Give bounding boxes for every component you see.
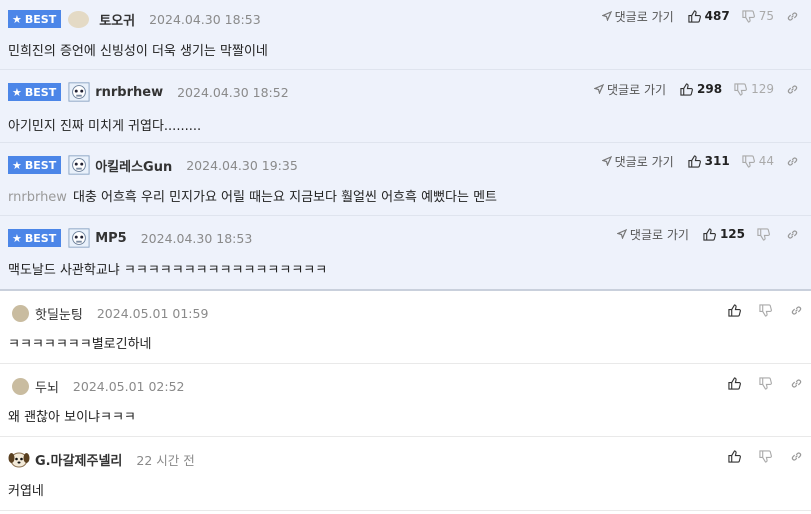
downvote-button[interactable] <box>757 227 774 241</box>
upvote-button[interactable]: 311 <box>688 154 730 168</box>
star-icon: ★ <box>12 85 22 99</box>
nickname[interactable]: G.마갈제주넬리 <box>35 450 122 469</box>
link-icon[interactable] <box>790 377 803 390</box>
timestamp: 22 시간 전 <box>136 452 195 468</box>
timestamp: 2024.04.30 18:52 <box>177 84 289 100</box>
upvote-button[interactable]: 298 <box>680 82 722 96</box>
go-to-reply-link[interactable]: 댓글로 가기 <box>601 8 674 25</box>
upvote-button[interactable]: 487 <box>688 9 730 23</box>
best-badge: ★ BEST <box>8 156 62 174</box>
thumbs-up-icon <box>728 449 741 463</box>
reply-arrow-icon <box>601 11 612 21</box>
upvote-button[interactable] <box>728 303 745 317</box>
comment-text: 커엽네 <box>8 484 44 499</box>
timestamp: 2024.04.30 18:53 <box>140 230 253 246</box>
thumbs-down-icon <box>759 376 772 390</box>
downvote-button[interactable] <box>759 303 776 317</box>
comment-list: ★ BEST 토오귀 2024.04.30 18:53 민희진의 증언에 신빙성이… <box>0 0 811 514</box>
downvote-button[interactable]: 44 <box>742 154 774 168</box>
thumbs-down-icon <box>759 449 772 463</box>
link-icon[interactable] <box>790 450 803 463</box>
timestamp: 2024.04.30 18:53 <box>149 11 261 27</box>
thumbs-up-icon <box>728 376 741 390</box>
nickname[interactable]: 토오귀 <box>99 10 135 29</box>
best-comment: ★ BEST 토오귀 2024.04.30 18:53 민희진의 증언에 신빙성이… <box>0 0 811 70</box>
avatar[interactable] <box>68 154 90 176</box>
avatar[interactable] <box>12 304 29 322</box>
nickname[interactable]: 핫딜눈팅 <box>35 304 83 323</box>
star-icon: ★ <box>12 158 22 172</box>
thumbs-up-icon <box>703 227 716 241</box>
comment-text: rnrbrhew 대충 어흐흑 우리 민지가요 어릴 때는요 지금보다 훨얼씬 어… <box>8 190 497 205</box>
downvote-button[interactable] <box>759 449 776 463</box>
avatar[interactable] <box>12 377 29 395</box>
nickname[interactable]: MP5 <box>95 231 127 246</box>
comment: 두뇌 2024.05.01 02:52 왜 괜찮아 보이냐ㅋㅋㅋ <box>0 364 811 437</box>
best-comment: ★ BEST 아킬레스Gun 2024.04.30 19:35 rnrbrhew 대… <box>0 143 811 216</box>
comment: 핫딜눈팅 2024.05.01 01:59 ㅋㅋㅋㅋㅋㅋㅋ별로긴하네 <box>0 291 811 364</box>
downvote-button[interactable] <box>759 376 776 390</box>
avatar[interactable] <box>68 81 90 103</box>
best-badge: ★ BEST <box>8 10 62 28</box>
upvote-button[interactable] <box>728 376 745 390</box>
reply-arrow-icon <box>616 229 627 239</box>
go-to-reply-link[interactable]: 댓글로 가기 <box>616 226 689 243</box>
comment-text: 맥도날드 사관학교냐 ㅋㅋㅋㅋㅋㅋㅋㅋㅋㅋㅋㅋㅋㅋㅋㅋㅋ <box>8 263 328 278</box>
thumbs-up-icon <box>688 9 701 23</box>
avatar[interactable] <box>8 448 30 470</box>
nickname[interactable]: 두뇌 <box>35 377 59 396</box>
thumbs-up-icon <box>688 154 701 168</box>
nickname[interactable]: rnrbrhew <box>95 85 163 100</box>
timestamp: 2024.05.01 02:52 <box>72 378 185 394</box>
avatar[interactable] <box>68 10 90 28</box>
link-icon[interactable] <box>786 10 799 23</box>
link-icon[interactable] <box>786 83 799 96</box>
downvote-button[interactable]: 75 <box>742 9 774 23</box>
timestamp: 2024.04.30 19:35 <box>186 157 298 173</box>
upvote-button[interactable] <box>728 449 745 463</box>
nickname[interactable]: 아킬레스Gun <box>95 156 172 175</box>
timestamp: 2024.05.01 01:59 <box>96 305 209 321</box>
link-icon[interactable] <box>786 228 799 241</box>
thumbs-down-icon <box>759 303 772 317</box>
star-icon: ★ <box>12 231 22 245</box>
reply-arrow-icon <box>601 156 612 166</box>
thumbs-up-icon <box>680 82 693 96</box>
best-comment: ★ BEST MP5 2024.04.30 18:53 맥도날드 사관학교냐 ㅋㅋ… <box>0 216 811 291</box>
go-to-reply-link[interactable]: 댓글로 가기 <box>594 81 666 98</box>
upvote-button[interactable]: 125 <box>703 227 745 241</box>
best-badge: ★ BEST <box>8 229 62 247</box>
thumbs-down-icon <box>742 9 755 23</box>
comment: G.마갈제주넬리 22 시간 전 커엽네 <box>0 437 811 511</box>
link-icon[interactable] <box>790 304 803 317</box>
comment-text: 아기민지 진짜 미치게 귀엽다......... <box>8 119 202 134</box>
best-comment: ★ BEST rnrbrhew 2024.04.30 18:52 아기민지 진짜 … <box>0 70 811 143</box>
comment-text: ㅋㅋㅋㅋㅋㅋㅋ별로긴하네 <box>8 337 152 352</box>
thumbs-up-icon <box>728 303 741 317</box>
link-icon[interactable] <box>786 155 799 168</box>
thumbs-down-icon <box>734 82 748 96</box>
avatar[interactable] <box>68 227 90 249</box>
thumbs-down-icon <box>757 227 770 241</box>
thumbs-down-icon <box>742 154 755 168</box>
best-badge: ★ BEST <box>8 83 62 101</box>
go-to-reply-link[interactable]: 댓글로 가기 <box>601 153 674 170</box>
reply-arrow-icon <box>594 84 605 94</box>
quoted-user: rnrbrhew <box>8 190 67 205</box>
comment-text: 왜 괜찮아 보이냐ㅋㅋㅋ <box>8 410 136 425</box>
comment-text: 민희진의 증언에 신빙성이 더욱 생기는 막짤이네 <box>8 44 268 59</box>
star-icon: ★ <box>12 12 22 26</box>
downvote-button[interactable]: 129 <box>734 82 774 96</box>
